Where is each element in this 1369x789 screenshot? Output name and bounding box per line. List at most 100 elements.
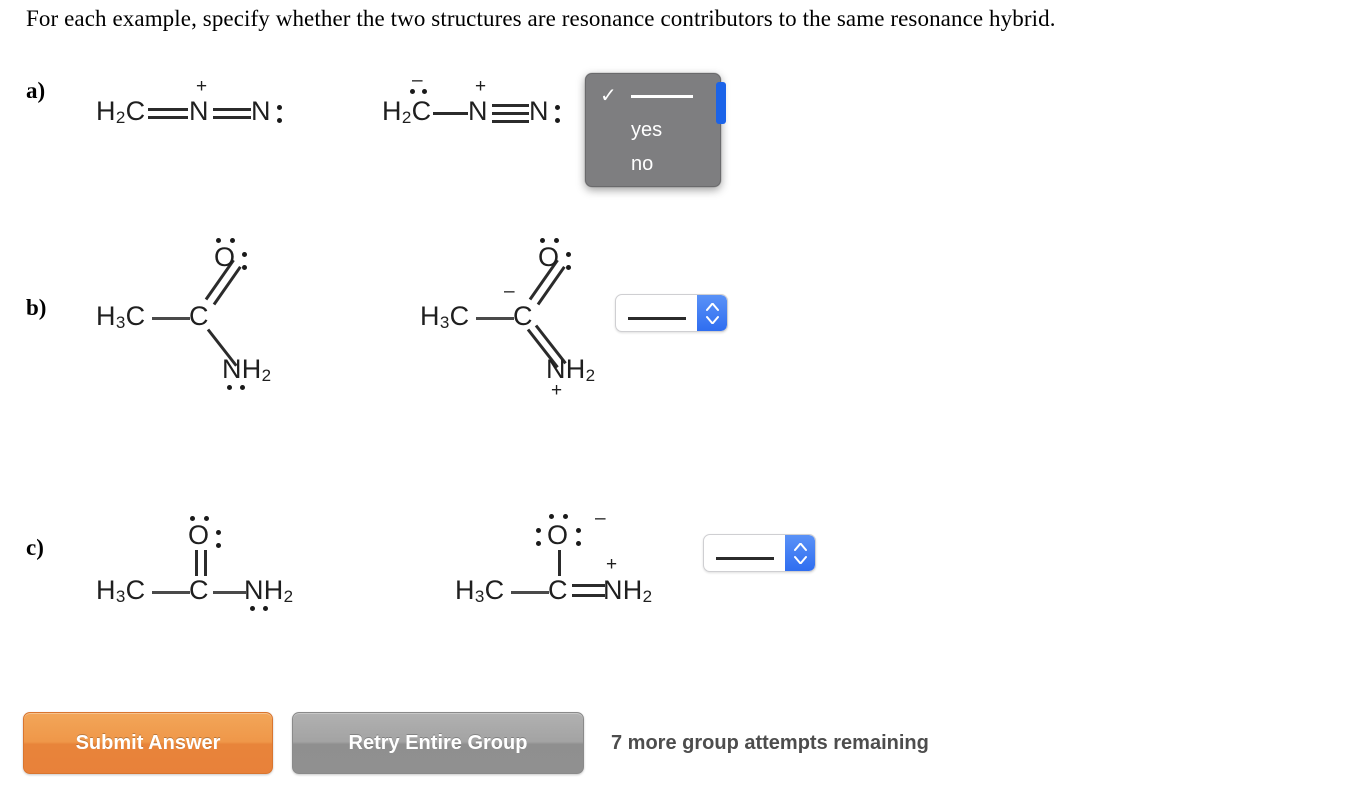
lone-pair-dot xyxy=(554,238,559,243)
double-bond xyxy=(195,550,198,576)
formal-charge-plus: + xyxy=(606,554,618,575)
attempts-remaining-text: 7 more group attempts remaining xyxy=(611,732,929,754)
atom-label: C xyxy=(189,301,209,331)
select-value-c xyxy=(704,546,785,560)
lone-pair-dot xyxy=(250,606,255,611)
single-bond xyxy=(558,550,561,576)
atom-label: O xyxy=(547,520,569,550)
dropdown-option-yes[interactable]: yes xyxy=(586,113,720,147)
lone-pair-dot xyxy=(227,385,232,390)
atom-label: H2C xyxy=(96,96,146,127)
lone-pair-dot xyxy=(540,238,545,243)
double-bond xyxy=(148,116,188,119)
atom-label: O xyxy=(214,242,236,272)
atom-label: H2C xyxy=(382,96,432,127)
double-bond xyxy=(572,584,605,587)
atom-label: C xyxy=(513,301,533,331)
lone-pair-dot xyxy=(230,238,235,243)
atom-label: NH2 xyxy=(603,575,653,606)
lone-pair-dot xyxy=(563,514,568,519)
page-title: For each example, specify whether the tw… xyxy=(26,6,1056,31)
dropdown-option-blank[interactable]: ✓ xyxy=(586,79,720,113)
atom-label: H3C xyxy=(455,575,505,606)
dropdown-option-no-label: no xyxy=(631,152,654,175)
structure-a-left: H2C N + N xyxy=(96,76,296,140)
atom-label: N xyxy=(189,96,209,126)
atom-label: H3C xyxy=(96,575,146,606)
double-bond xyxy=(213,108,251,111)
lone-pair-dot xyxy=(277,105,282,110)
single-bond xyxy=(433,112,468,115)
lone-pair-dot xyxy=(549,514,554,519)
atom-label: H3C xyxy=(96,301,146,332)
dropdown-option-no[interactable]: no xyxy=(586,147,720,181)
lone-pair-dot xyxy=(555,118,560,123)
lone-pair-dot xyxy=(216,543,221,548)
lone-pair-dot xyxy=(410,89,415,94)
single-bond xyxy=(152,317,190,320)
retry-entire-group-button[interactable]: Retry Entire Group xyxy=(292,712,584,774)
lone-pair-dot xyxy=(240,385,245,390)
lone-pair-dot xyxy=(566,252,571,257)
formal-charge-minus: – xyxy=(595,508,606,529)
triple-bond xyxy=(492,104,529,107)
structure-c-right: H3C C O – NH2 + xyxy=(455,508,685,622)
select-value-b xyxy=(616,306,697,320)
answer-dropdown-a[interactable]: ✓ yes no xyxy=(585,73,726,187)
lone-pair-dot xyxy=(422,89,427,94)
chevron-updown-icon[interactable] xyxy=(697,295,727,331)
atom-label: O xyxy=(538,242,560,272)
single-bond xyxy=(511,591,549,594)
formal-charge-plus: + xyxy=(196,76,208,97)
answer-dropdown-b[interactable] xyxy=(615,294,728,332)
lone-pair-dot xyxy=(242,252,247,257)
atom-label: N xyxy=(468,96,488,126)
lone-pair-dot xyxy=(242,265,247,270)
row-label-a: a) xyxy=(26,78,46,103)
single-bond xyxy=(476,317,514,320)
atom-label: NH2 xyxy=(244,575,294,606)
atom-label: C xyxy=(189,575,209,605)
atom-label: C xyxy=(548,575,568,605)
triple-bond xyxy=(492,112,529,115)
answer-dropdown-c[interactable] xyxy=(703,534,816,572)
atom-label: NH2 xyxy=(222,354,272,385)
row-label-b: b) xyxy=(26,295,47,320)
double-bond xyxy=(572,594,605,597)
lone-pair-dot xyxy=(566,265,571,270)
single-bond xyxy=(152,591,190,594)
single-bond xyxy=(213,591,246,594)
lone-pair-dot xyxy=(204,516,209,521)
triple-bond xyxy=(492,120,529,123)
atom-label: N xyxy=(251,96,271,126)
blank-option-line xyxy=(631,94,693,98)
structure-b-left: H3C C O NH2 xyxy=(96,238,326,390)
lone-pair-dot xyxy=(263,606,268,611)
double-bond xyxy=(213,116,251,119)
double-bond xyxy=(204,550,207,576)
formal-charge-plus: + xyxy=(475,76,487,97)
lone-pair-dot xyxy=(576,528,581,533)
lone-pair-dot xyxy=(190,516,195,521)
formal-charge-plus: + xyxy=(551,380,563,401)
dropdown-option-yes-label: yes xyxy=(631,118,663,141)
lone-pair-dot xyxy=(536,528,541,533)
atom-label: N xyxy=(529,96,549,126)
lone-pair-dot xyxy=(216,238,221,243)
lone-pair-dot xyxy=(536,541,541,546)
formal-charge-minus: – xyxy=(504,281,515,302)
double-bond xyxy=(148,108,188,111)
atom-label: H3C xyxy=(420,301,470,332)
row-label-c: c) xyxy=(26,535,44,560)
structure-c-left: H3C C O NH2 xyxy=(96,512,326,622)
lone-pair-dot xyxy=(555,105,560,110)
submit-answer-button[interactable]: Submit Answer xyxy=(23,712,273,774)
blank-option-line xyxy=(715,557,774,560)
check-icon: ✓ xyxy=(600,85,617,107)
chevron-updown-icon[interactable] xyxy=(785,535,815,571)
lone-pair-dot xyxy=(576,541,581,546)
atom-label: O xyxy=(188,520,210,550)
lone-pair-dot xyxy=(216,530,221,535)
lone-pair-dot xyxy=(277,118,282,123)
structure-a-right: H2C – N + N xyxy=(382,70,582,140)
